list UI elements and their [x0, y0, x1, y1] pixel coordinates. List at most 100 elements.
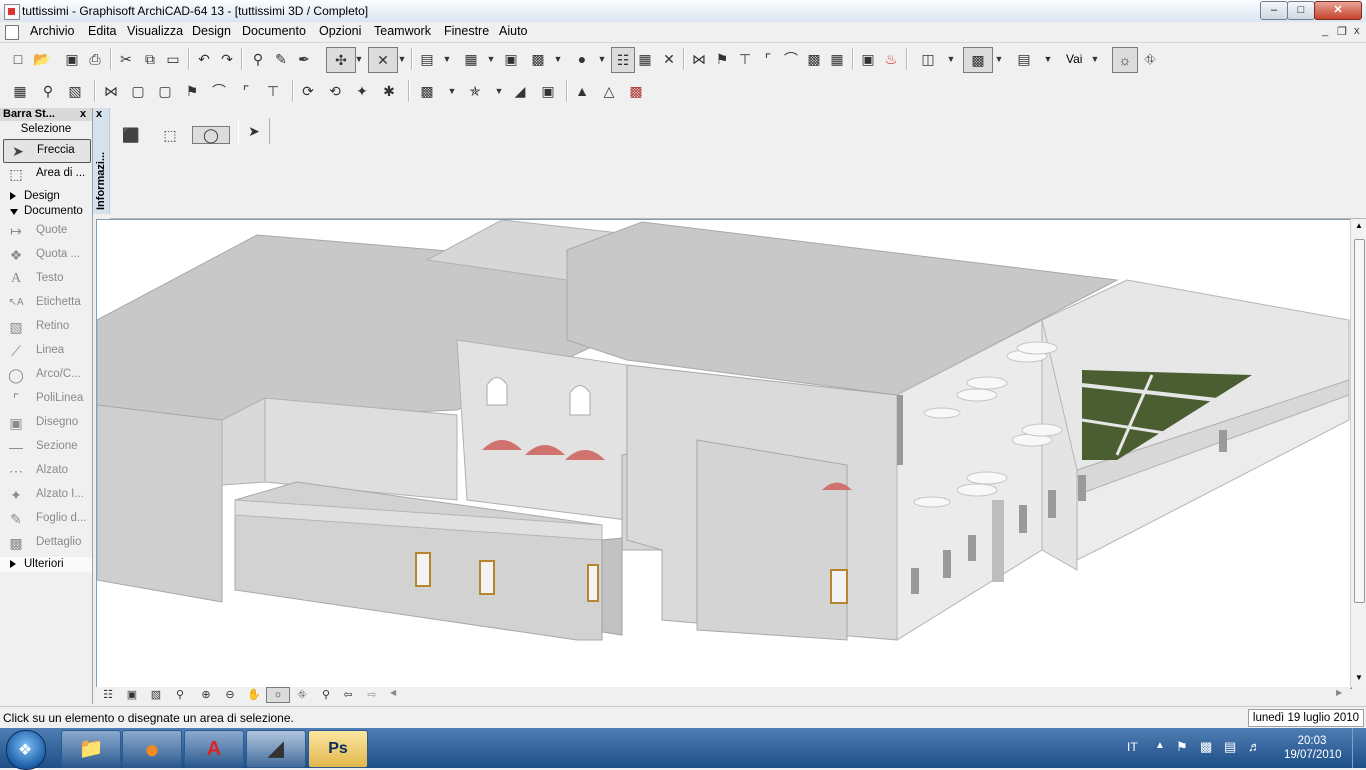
menu-edita[interactable]: Edita	[88, 24, 117, 38]
copy-icon[interactable]: ⧉	[142, 51, 158, 67]
wall-grid-icon[interactable]: ▦	[637, 51, 653, 67]
tool-testo[interactable]: A Testo	[0, 268, 92, 290]
paste-icon[interactable]: ▭	[165, 51, 181, 67]
adjust-icon[interactable]: ⊤	[737, 51, 753, 67]
elevate-icon[interactable]: ⊤	[265, 83, 281, 99]
eyedropper-icon[interactable]: ✎	[273, 51, 289, 67]
document-icon[interactable]	[5, 25, 19, 40]
walk-icon[interactable]: ⛗	[1142, 51, 1158, 67]
3d-viewport[interactable]	[96, 219, 1352, 689]
fillet-icon[interactable]: ⌒	[783, 51, 799, 67]
snap-toggle-icon[interactable]: ✕	[368, 47, 398, 73]
find-select-icon[interactable]: ⚲	[250, 51, 266, 67]
vai-dropdown-icon[interactable]: ▼	[1090, 51, 1100, 67]
zoom-forward-icon[interactable]: ⇨	[364, 687, 380, 703]
minimize-button[interactable]: –	[1260, 1, 1288, 20]
scroll-up-icon[interactable]: ▲	[1355, 221, 1363, 230]
layout-dropdown-icon[interactable]: ▼	[1043, 51, 1053, 67]
cancel-x-icon[interactable]: ✕	[661, 51, 677, 67]
zoom-window-icon[interactable]: ⚲	[172, 687, 188, 703]
selection-method-rectangle-icon[interactable]: ⬚	[162, 127, 178, 143]
menu-design[interactable]: Design	[192, 24, 231, 38]
3d-window-icon[interactable]: ▩	[963, 47, 993, 73]
resize-icon[interactable]: ▢	[157, 83, 173, 99]
new-file-icon[interactable]: □	[10, 51, 26, 67]
menu-aiuto[interactable]: Aiuto	[499, 24, 528, 38]
mdi-close-button[interactable]: x	[1354, 25, 1360, 37]
layer-order-dropdown-icon[interactable]: ▼	[553, 51, 563, 67]
split-icon[interactable]: ⚑	[714, 51, 730, 67]
maximize-button[interactable]: □	[1287, 1, 1315, 20]
magic-wand-icon[interactable]: ✱	[381, 83, 397, 99]
tool-polilinea[interactable]: ⌜ PoliLinea	[0, 388, 92, 410]
intersect-icon[interactable]: ⌜	[760, 51, 776, 67]
taskbar-firefox[interactable]: ●	[122, 730, 182, 768]
building-3d-model[interactable]	[97, 220, 1351, 688]
rotate-icon[interactable]: ⟳	[300, 83, 316, 99]
taskbar-autocad[interactable]: A	[184, 730, 244, 768]
tool-sezione[interactable]: — Sezione	[0, 436, 92, 458]
archicad-app-icon[interactable]	[4, 4, 20, 20]
menu-teamwork[interactable]: Teamwork	[374, 24, 431, 38]
network-icon[interactable]: ▤	[1224, 739, 1236, 755]
roof-split-icon[interactable]: △	[601, 83, 617, 99]
scroll-right-icon[interactable]: ▶	[1336, 688, 1342, 697]
zoom-back-icon[interactable]: ⇦	[340, 687, 356, 703]
zoom-in-icon[interactable]: ⊕	[198, 687, 214, 703]
pointer-arrow-icon[interactable]: ➤	[238, 118, 270, 144]
tool-foglio[interactable]: ✎ Foglio d...	[0, 508, 92, 530]
fit-view-icon[interactable]: ▧	[148, 687, 164, 703]
connect-icon[interactable]: ▩	[419, 83, 435, 99]
close-button[interactable]: ✕	[1314, 1, 1362, 20]
save-icon[interactable]: ▣	[64, 51, 80, 67]
toolbox-header[interactable]: Barra St... x	[0, 108, 92, 121]
group-icon[interactable]: ▣	[503, 51, 519, 67]
tray-clock[interactable]: 20:03 19/07/2010	[1284, 734, 1342, 762]
selection-method-rotated-icon[interactable]: ◯	[192, 126, 230, 144]
section-design[interactable]: Design	[0, 189, 92, 204]
layout-book-icon[interactable]: ▤	[1016, 51, 1032, 67]
layer-order-icon[interactable]: ▩	[530, 51, 546, 67]
zoom-out-icon[interactable]: ⊖	[222, 687, 238, 703]
tool-quote[interactable]: ↦ Quote	[0, 220, 92, 242]
floor-plan-icon[interactable]: ◫	[920, 51, 936, 67]
vai-label[interactable]: Vai	[1066, 52, 1082, 66]
tool-linea[interactable]: ⟋ Linea	[0, 340, 92, 362]
tool-alzato[interactable]: ⋯ Alzato	[0, 460, 92, 482]
section-ulteriori[interactable]: Ulteriori	[0, 557, 92, 572]
zoom-area-icon[interactable]: ⚲	[40, 83, 56, 99]
start-button[interactable]: ❖	[6, 730, 46, 770]
volume-icon[interactable]: ♬	[1248, 739, 1261, 754]
taskbar-archicad[interactable]: ◢	[246, 730, 306, 768]
mirror-icon[interactable]: ⟲	[327, 83, 343, 99]
grid-icon[interactable]: ▦	[12, 83, 28, 99]
menu-finestre[interactable]: Finestre	[444, 24, 489, 38]
lock-icon[interactable]: ●	[574, 51, 590, 67]
tool-dettaglio[interactable]: ▩ Dettaglio	[0, 532, 92, 554]
scroll-down-icon[interactable]: ▼	[1355, 673, 1363, 682]
taskbar-explorer[interactable]: 📁	[61, 730, 121, 768]
tool-alzato-interno[interactable]: ✦ Alzato I...	[0, 484, 92, 506]
publish-icon[interactable]: ▩	[628, 83, 644, 99]
floor-plan-dropdown-icon[interactable]: ▼	[946, 51, 956, 67]
redo-icon[interactable]: ↷	[219, 51, 235, 67]
trim-icon[interactable]: ⋈	[691, 51, 707, 67]
section-documento[interactable]: Documento	[0, 204, 92, 219]
tool-arco[interactable]: ◯ Arco/C...	[0, 364, 92, 386]
scroll-left-icon[interactable]: ◀	[390, 688, 396, 697]
offset-icon[interactable]: ▦	[829, 51, 845, 67]
roof-icon[interactable]: ▲	[574, 83, 590, 99]
align-dropdown-icon[interactable]: ▼	[442, 51, 452, 67]
tray-expand-icon[interactable]: ▲	[1155, 740, 1165, 751]
undo-icon[interactable]: ↶	[196, 51, 212, 67]
stretch-icon[interactable]: ▢	[130, 83, 146, 99]
stairs-icon[interactable]: ◢	[512, 83, 528, 99]
scrollbar-thumb[interactable]	[1354, 239, 1365, 603]
hotlink-icon[interactable]: ▣	[540, 83, 556, 99]
distribute-dropdown-icon[interactable]: ▼	[486, 51, 496, 67]
3d-window-dropdown-icon[interactable]: ▼	[994, 51, 1004, 67]
pan-hand-icon[interactable]: ✋	[246, 687, 262, 703]
infobox-close-icon[interactable]: x	[96, 108, 102, 120]
tool-quota-livello[interactable]: ❖ Quota ...	[0, 244, 92, 266]
layer-settings-icon[interactable]: ☷	[611, 47, 635, 73]
